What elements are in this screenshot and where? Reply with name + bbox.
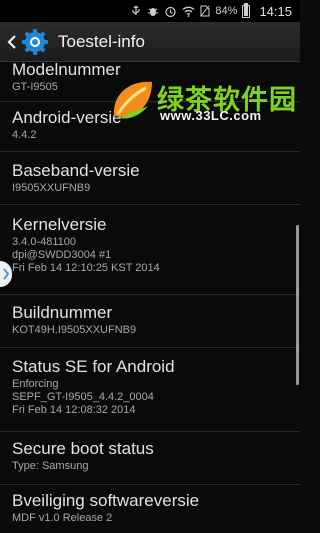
scrollbar[interactable] (296, 225, 299, 385)
item-value: Type: Samsung (12, 460, 89, 472)
device-info-list: Modelnummer GT-I9505 Android-versie 4.4.… (0, 63, 300, 533)
item-value: 4.4.2 (12, 129, 37, 141)
item-value: SEPF_GT-I9505_4.4.2_0004 (12, 391, 154, 403)
alarm-icon (164, 4, 177, 18)
item-value: 3.4.0-481100 (12, 236, 77, 248)
debug-icon (147, 4, 159, 18)
item-label: Bveiliging softwareversie (12, 491, 200, 510)
item-label: Secure boot status (12, 439, 154, 458)
item-value: KOT49H.I9505XXUFNB9 (12, 324, 137, 336)
wifi-icon (182, 4, 195, 18)
item-label: Buildnummer (12, 303, 113, 322)
item-label: Status SE for Android (12, 357, 175, 376)
chevron-right-icon (3, 268, 10, 280)
list-item-se-android-status[interactable]: Status SE for Android Enforcing SEPF_GT-… (0, 348, 300, 432)
item-value: Fri Feb 14 12:10:25 KST 2014 (12, 262, 160, 274)
battery-text: 84% (215, 5, 238, 17)
no-sim-icon (200, 4, 210, 18)
item-value: I9505XXUFNB9 (12, 182, 91, 194)
list-item-baseband-version[interactable]: Baseband-versie I9505XXUFNB9 (0, 152, 300, 205)
page-title: Toestel-info (58, 31, 145, 51)
list-item-build-number[interactable]: Buildnummer KOT49H.I9505XXUFNB9 (0, 295, 300, 348)
action-bar: Toestel-info (0, 22, 300, 62)
battery-icon (242, 2, 251, 18)
item-label: Kernelversie (12, 215, 107, 234)
item-value: MDF v1.0 Release 2 (12, 512, 113, 524)
item-label: Baseband-versie (12, 161, 140, 180)
item-value: Fri Feb 14 12:08:32 2014 (12, 404, 136, 416)
list-item-security-software-version[interactable]: Bveiliging softwareversie MDF v1.0 Relea… (0, 485, 300, 533)
watermark-url: www.33LC.com (160, 108, 262, 123)
status-bar: 84% 14:15 (0, 0, 300, 22)
list-item-secure-boot-status[interactable]: Secure boot status Type: Samsung (0, 432, 300, 485)
settings-gear-icon (20, 27, 50, 57)
watermark: 绿茶软件园 www.33LC.com (110, 74, 300, 128)
item-value: dpi@SWDD3004 #1 (12, 249, 112, 261)
list-item-kernel-version[interactable]: Kernelversie 3.4.0-481100 dpi@SWDD3004 #… (0, 205, 300, 295)
chevron-left-icon (7, 34, 16, 49)
leaf-logo-icon (113, 81, 152, 119)
usb-icon (130, 4, 142, 18)
clock: 14:15 (259, 3, 292, 19)
item-value: Enforcing (12, 378, 59, 390)
back-button[interactable] (4, 22, 20, 62)
